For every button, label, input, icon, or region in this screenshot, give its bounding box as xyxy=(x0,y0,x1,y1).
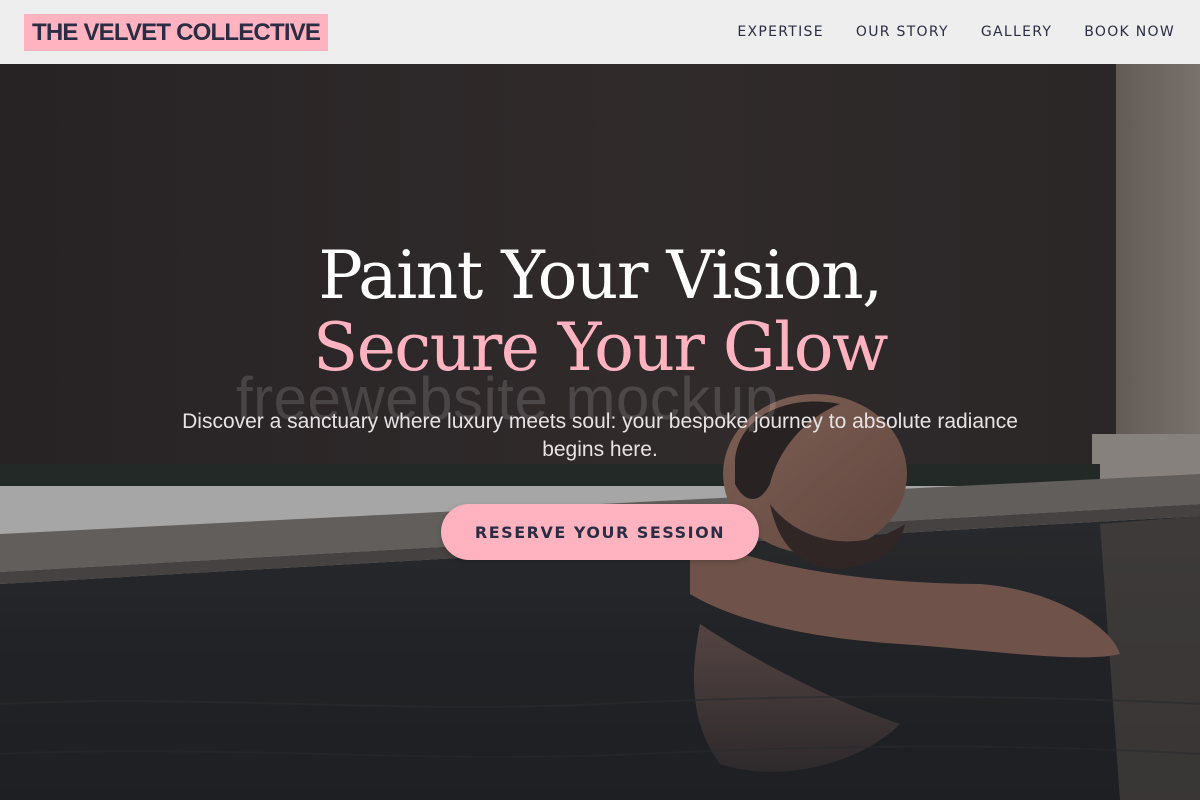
hero-section: freewebsite mockup Paint Your Vision, Se… xyxy=(0,64,1200,800)
nav-link-book-now[interactable]: BOOK NOW xyxy=(1084,24,1175,40)
headline-line-2: Secure Your Glow xyxy=(313,309,889,386)
nav-link-gallery[interactable]: GALLERY xyxy=(981,24,1052,40)
headline-line-1: Paint Your Vision, xyxy=(318,237,883,314)
nav-link-expertise[interactable]: EXPERTISE xyxy=(737,24,824,40)
brand-logo[interactable]: THE VELVET COLLECTIVE xyxy=(24,13,329,51)
top-navigation-bar: THE VELVET COLLECTIVE EXPERTISE OUR STOR… xyxy=(0,0,1200,64)
reserve-session-button[interactable]: RESERVE YOUR SESSION xyxy=(441,504,759,560)
hero-subtitle: Discover a sanctuary where luxury meets … xyxy=(182,410,1018,461)
hero-headline: Paint Your Vision, Secure Your Glow xyxy=(0,240,1200,384)
hero-content: Paint Your Vision, Secure Your Glow Disc… xyxy=(0,64,1200,800)
nav-link-our-story[interactable]: OUR STORY xyxy=(856,24,949,40)
main-nav: EXPERTISE OUR STORY GALLERY BOOK NOW xyxy=(737,24,1175,40)
